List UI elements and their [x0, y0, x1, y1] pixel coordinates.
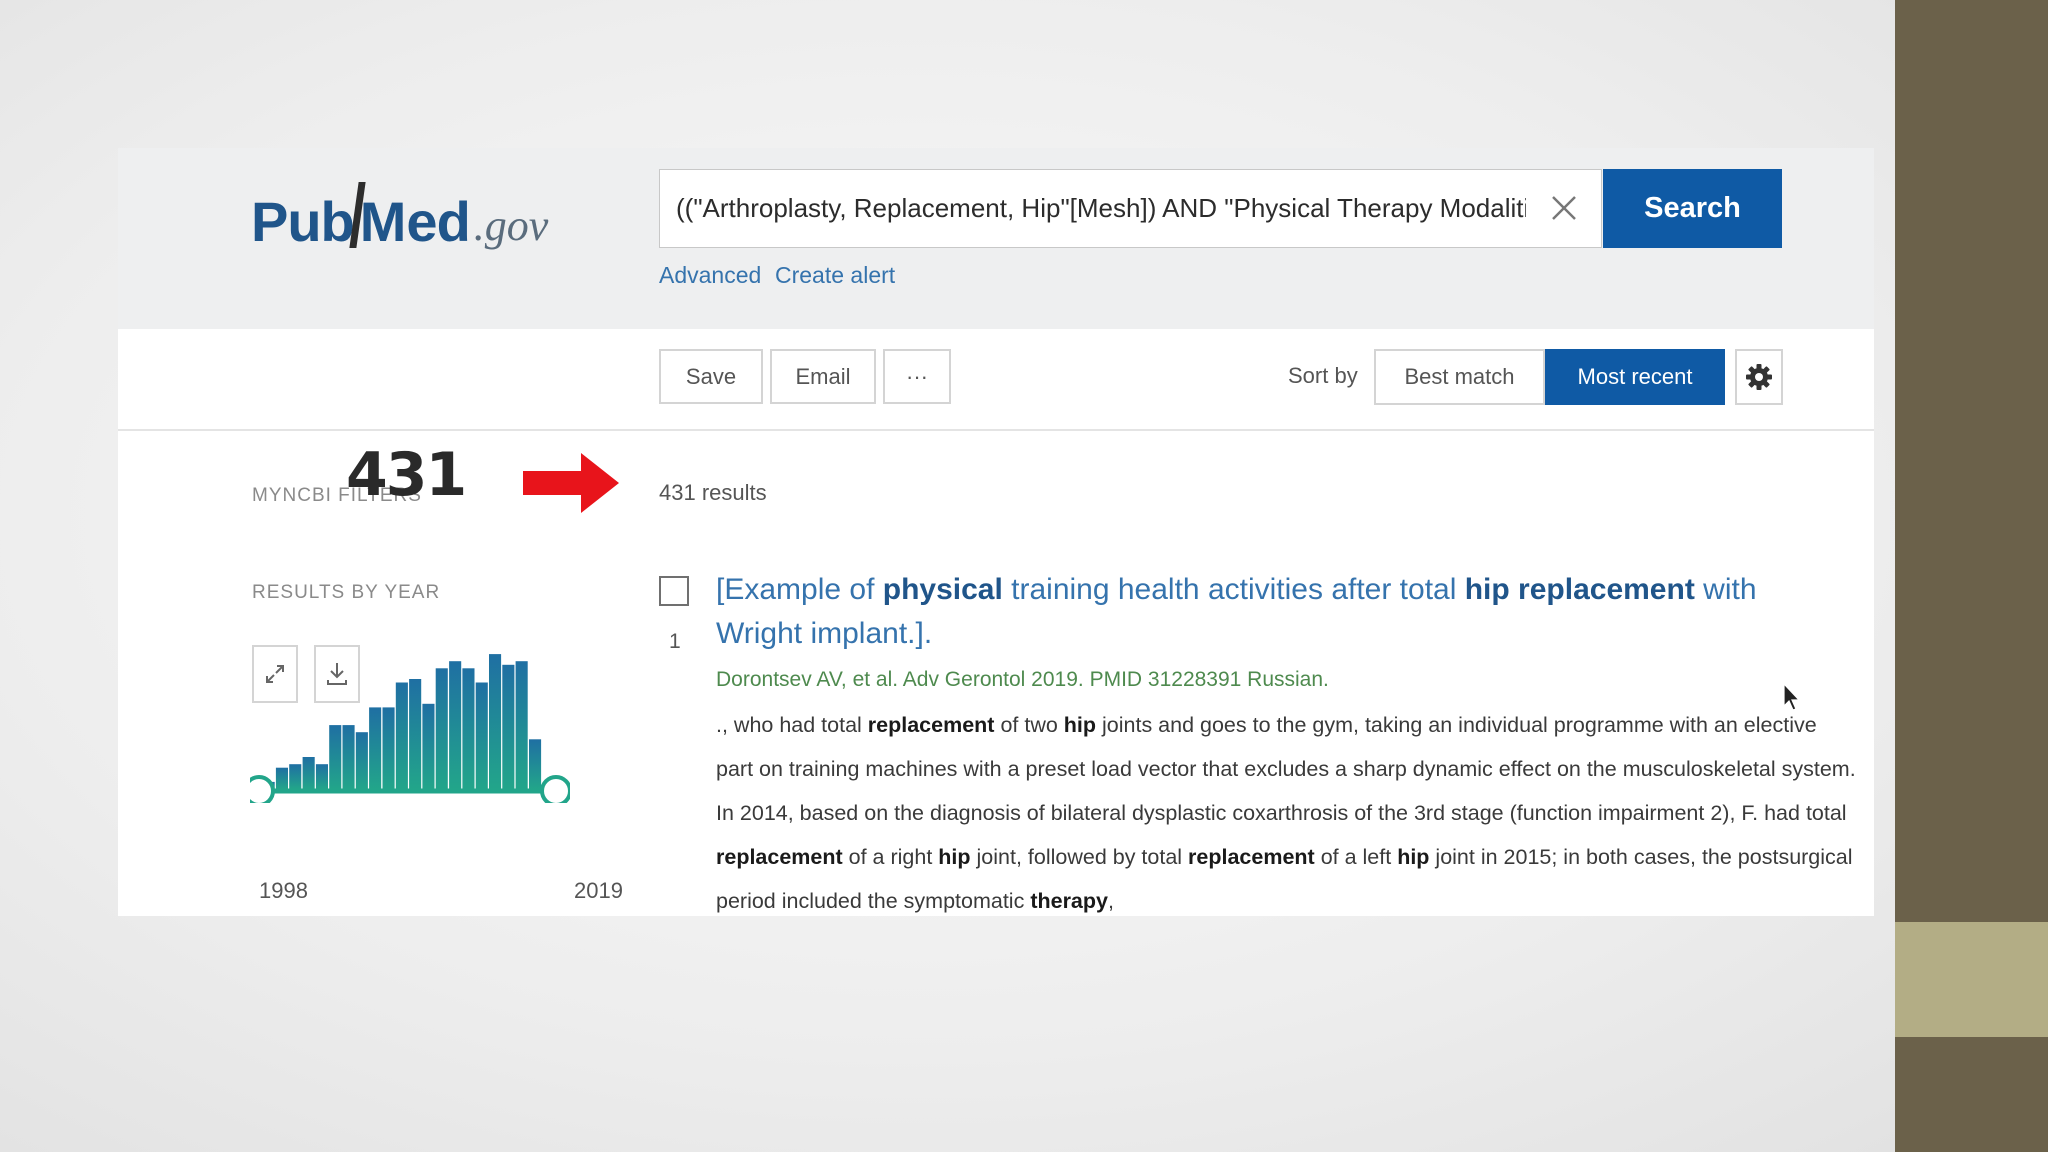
range-handle-end[interactable] — [540, 775, 570, 803]
pubmed-screenshot: PubMed.gov Search Advanced Create alert … — [118, 148, 1874, 916]
clear-icon[interactable] — [1547, 191, 1581, 225]
result-title-link[interactable]: [Example of physical training health act… — [716, 568, 1816, 656]
year-bar-2001[interactable] — [302, 757, 315, 789]
slide-side-accent — [1895, 922, 2048, 1037]
year-bar-2004[interactable] — [342, 725, 355, 789]
range-handle-start[interactable] — [250, 775, 275, 803]
text-fragment: joint, followed by total — [970, 845, 1189, 869]
create-alert-link[interactable]: Create alert — [775, 262, 895, 289]
save-button[interactable]: Save — [659, 349, 763, 404]
year-end-label: 2019 — [574, 878, 623, 903]
display-options-button[interactable] — [1735, 349, 1783, 405]
year-bar-2007[interactable] — [382, 707, 395, 789]
year-bar-2018[interactable] — [529, 739, 542, 789]
logo-pub: Pub — [251, 190, 355, 253]
results-by-year-label: RESULTS BY YEAR — [252, 582, 441, 603]
result-citation: Dorontsev AV, et al. Adv Gerontol 2019. … — [716, 668, 1329, 691]
sort-by-label: Sort by — [1288, 363, 1358, 388]
year-start-label: 1998 — [259, 878, 308, 903]
sort-most-recent-button[interactable]: Most recent — [1545, 349, 1725, 405]
highlight-term: hip — [938, 845, 971, 869]
highlight-term: therapy — [1030, 889, 1108, 913]
result-snippet: ., who had total replacement of two hip … — [716, 703, 1856, 916]
header: PubMed.gov Search Advanced Create alert — [118, 148, 1874, 329]
annotation-count-label: 431 — [346, 440, 467, 510]
highlight-term: hip — [1397, 845, 1430, 869]
highlight-term: replacement — [716, 845, 843, 869]
annotation-arrow-icon — [523, 453, 619, 513]
gear-icon — [1746, 364, 1772, 390]
year-bar-2016[interactable] — [502, 664, 515, 790]
logo-gov: .gov — [473, 201, 549, 250]
year-bar-2002[interactable] — [315, 764, 328, 789]
email-button[interactable]: Email — [770, 349, 876, 404]
advanced-link[interactable]: Advanced — [659, 262, 761, 289]
logo-ed: ed — [406, 190, 470, 253]
highlight-term: replacement — [867, 713, 995, 737]
year-bar-2000[interactable] — [289, 764, 302, 789]
year-bar-2014[interactable] — [475, 682, 488, 790]
year-bar-2015[interactable] — [489, 654, 502, 789]
more-actions-button[interactable]: ··· — [883, 349, 951, 404]
text-fragment: , — [1107, 889, 1114, 913]
year-bar-1999[interactable] — [275, 767, 288, 789]
highlight-term: physical — [882, 573, 1003, 606]
year-bar-2011[interactable] — [435, 668, 448, 789]
text-fragment: training health activities after total — [1002, 573, 1465, 606]
text-fragment: ., who had total — [716, 713, 868, 737]
year-bar-2017[interactable] — [515, 661, 528, 789]
mouse-cursor-icon — [1783, 682, 1801, 711]
result-number: 1 — [669, 630, 681, 653]
highlight-term: hip replacement — [1464, 573, 1695, 606]
text-fragment: of a left — [1314, 845, 1398, 869]
year-bar-2006[interactable] — [369, 707, 382, 789]
result-select-checkbox[interactable] — [659, 576, 689, 606]
year-bar-2009[interactable] — [409, 679, 422, 789]
year-bar-2008[interactable] — [395, 682, 408, 790]
highlight-term: replacement — [1188, 845, 1315, 869]
text-fragment: of a right — [842, 845, 939, 869]
search-input[interactable] — [676, 170, 1526, 247]
results-toolbar: Save Email ··· Sort by Best match Most r… — [118, 329, 1874, 431]
results-by-year-chart[interactable] — [250, 643, 570, 803]
search-box — [659, 169, 1602, 248]
pubmed-logo[interactable]: Pub Med .gov — [251, 180, 548, 250]
year-bar-2005[interactable] — [355, 732, 368, 789]
search-button[interactable]: Search — [1603, 169, 1782, 248]
year-bar-2012[interactable] — [449, 661, 462, 789]
sort-best-match-button[interactable]: Best match — [1374, 349, 1545, 405]
logo-m: M — [354, 194, 407, 250]
highlight-term: hip — [1063, 713, 1097, 737]
text-fragment: of two — [994, 713, 1064, 737]
year-bar-2003[interactable] — [329, 725, 342, 789]
results-count: 431 results — [659, 480, 767, 505]
text-fragment: [Example of — [716, 573, 883, 606]
year-bar-2013[interactable] — [462, 668, 475, 789]
year-bar-2010[interactable] — [422, 703, 435, 789]
